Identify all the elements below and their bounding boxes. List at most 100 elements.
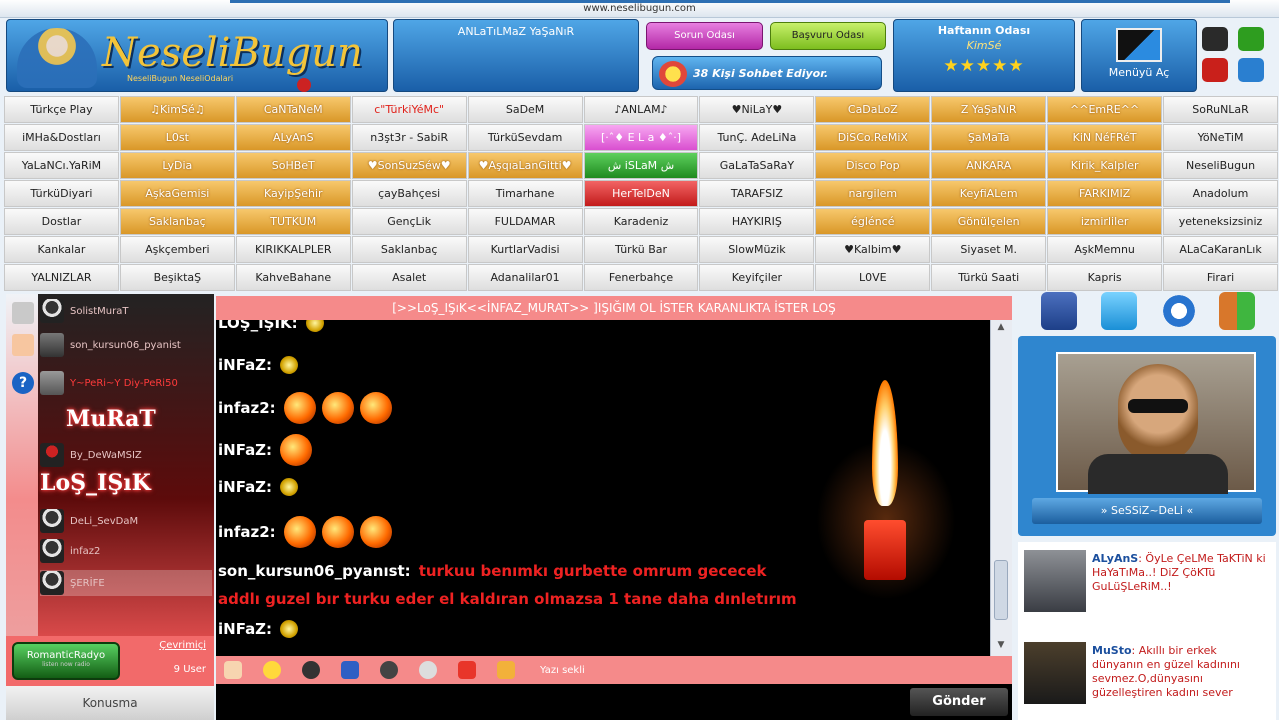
send-button[interactable]: Gönder: [910, 688, 1008, 716]
feed-item[interactable]: MuSto: Akıllı bir erkek dünyanın en güze…: [1024, 642, 1270, 718]
online-link[interactable]: Çevrimiçi: [159, 640, 206, 651]
help-icon[interactable]: ?: [12, 372, 34, 394]
site-logo[interactable]: NeseliBugun NeseliBugun NeseliOdalari: [6, 19, 388, 92]
room-cell[interactable]: SoHBeT: [235, 152, 351, 179]
room-cell[interactable]: FULDAMAR: [467, 208, 583, 235]
twitter-icon[interactable]: [1101, 292, 1137, 330]
room-cell[interactable]: Saklanbaç: [351, 236, 467, 263]
feed-item[interactable]: ALyAnS: ÖyLe ÇeLMe TaKTiN ki HaYaTıMa..!…: [1024, 550, 1270, 616]
room-cell[interactable]: Saklanbaç: [119, 208, 235, 235]
room-cell[interactable]: ALyAnS: [235, 124, 351, 151]
room-cell[interactable]: Dostlar: [4, 208, 119, 235]
room-cell[interactable]: KeyfiALem: [931, 180, 1047, 207]
room-cell[interactable]: Gönülçelen: [931, 208, 1047, 235]
room-cell[interactable]: TUTKUM: [235, 208, 351, 235]
image-icon[interactable]: [341, 661, 359, 679]
room-cell[interactable]: yeteneksizsiniz: [1163, 208, 1278, 235]
room-cell[interactable]: L0st: [119, 124, 235, 151]
room-cell[interactable]: Kapris: [1047, 264, 1163, 291]
room-of-week-panel[interactable]: Haftanın Odası KimSé ★★★★★: [893, 19, 1075, 92]
eye-icon[interactable]: [419, 661, 437, 679]
room-cell[interactable]: Siyaset M.: [931, 236, 1047, 263]
hand-icon[interactable]: [224, 661, 242, 679]
camera-icon[interactable]: [380, 661, 398, 679]
room-cell[interactable]: GaLaTaSaRaY: [699, 152, 815, 179]
room-cell[interactable]: Asalet: [351, 264, 467, 291]
room-cell[interactable]: TunÇ. AdeLiNa: [699, 124, 815, 151]
room-cell[interactable]: Disco Pop: [815, 152, 931, 179]
room-cell[interactable]: Timarhane: [467, 180, 583, 207]
facebook-icon[interactable]: [1041, 292, 1077, 330]
room-cell[interactable]: ش iSLaM ش: [583, 152, 699, 179]
room-cell[interactable]: ♫KimSé♫: [119, 96, 235, 123]
theme-color-blue[interactable]: [1238, 58, 1264, 82]
menu-open-button[interactable]: Menüyü Aç: [1081, 19, 1197, 92]
scroll-up-icon[interactable]: ▲: [993, 322, 1009, 336]
user-row[interactable]: infaz2: [40, 538, 212, 564]
room-cell[interactable]: Fenerbahçe: [583, 264, 699, 291]
room-cell[interactable]: YöNeTiM: [1163, 124, 1278, 151]
scroll-down-icon[interactable]: ▼: [993, 640, 1009, 654]
theme-color-black[interactable]: [1202, 27, 1228, 51]
room-cell[interactable]: L0VE: [815, 264, 931, 291]
hand-icon[interactable]: [12, 334, 34, 356]
room-cell[interactable]: Z YaŞaNıR: [931, 96, 1047, 123]
room-cell[interactable]: CaDaLoZ: [815, 96, 931, 123]
radio-widget[interactable]: RomanticRadyo listen now radio: [12, 642, 120, 680]
room-cell[interactable]: NeseliBugun: [1163, 152, 1278, 179]
room-cell[interactable]: ŞaMaTa: [931, 124, 1047, 151]
room-cell[interactable]: CaNTaNeM: [235, 96, 351, 123]
room-cell[interactable]: nargilem: [815, 180, 931, 207]
basvuru-odasi-button[interactable]: Başvuru Odası: [770, 22, 886, 50]
room-cell[interactable]: Keyifçiler: [699, 264, 815, 291]
room-cell[interactable]: ALaCaKaranLık: [1163, 236, 1278, 263]
user-row[interactable]: son_kursun06_pyanist: [40, 332, 212, 358]
grid-icon[interactable]: [12, 302, 34, 324]
room-cell[interactable]: n3şt3r - SabiR: [351, 124, 467, 151]
room-cell[interactable]: Karadeniz: [583, 208, 699, 235]
room-cell[interactable]: SlowMüzik: [699, 236, 815, 263]
room-cell[interactable]: AşkMemnu: [1047, 236, 1163, 263]
theme-color-red[interactable]: [1202, 58, 1228, 82]
refresh-icon[interactable]: [1161, 292, 1197, 330]
user-row-selected[interactable]: ŞERİFE: [40, 570, 212, 596]
room-cell[interactable]: ♥NiLaY♥: [699, 96, 815, 123]
room-cell[interactable]: HAYKIRIŞ: [699, 208, 815, 235]
room-cell[interactable]: TürküDiyari: [4, 180, 119, 207]
font-style-label[interactable]: Yazı sekli: [540, 665, 585, 676]
room-cell[interactable]: c"TürkiYéMc": [351, 96, 467, 123]
room-cell[interactable]: KurtlarVadisi: [467, 236, 583, 263]
gift-icon[interactable]: [458, 661, 476, 679]
font-icon[interactable]: [497, 661, 515, 679]
room-cell[interactable]: SaDeM: [467, 96, 583, 123]
room-cell[interactable]: ANKARA: [931, 152, 1047, 179]
room-cell[interactable]: çayBahçesi: [351, 180, 467, 207]
exit-icon[interactable]: [1219, 292, 1255, 330]
room-cell[interactable]: KIRIKKALPLER: [235, 236, 351, 263]
room-cell[interactable]: Kankalar: [4, 236, 119, 263]
room-cell[interactable]: DiSCo.ReMiX: [815, 124, 931, 151]
room-cell[interactable]: iMHa&Dostları: [4, 124, 119, 151]
room-cell[interactable]: FARKIMIZ: [1047, 180, 1163, 207]
room-cell[interactable]: TürküSevdam: [467, 124, 583, 151]
room-cell[interactable]: Firari: [1163, 264, 1278, 291]
room-cell[interactable]: Anadolum: [1163, 180, 1278, 207]
konusma-tab[interactable]: Konusma: [6, 686, 214, 720]
chat-input[interactable]: [216, 684, 906, 720]
room-cell[interactable]: KahveBahane: [235, 264, 351, 291]
room-cell[interactable]: ^^EmRE^^: [1047, 96, 1163, 123]
room-cell[interactable]: ♥AşqıaLanGitti♥: [467, 152, 583, 179]
room-cell[interactable]: Adanalilar01: [467, 264, 583, 291]
featured-profile[interactable]: » SeSSiZ~DeLi «: [1018, 336, 1276, 536]
room-cell[interactable]: BeşiktaŞ: [119, 264, 235, 291]
room-cell[interactable]: YALNIZLAR: [4, 264, 119, 291]
room-cell[interactable]: YaLaNCı.YaRiM: [4, 152, 119, 179]
room-cell[interactable]: ♥SonSuzSéw♥: [351, 152, 467, 179]
room-cell[interactable]: Türkü Bar: [583, 236, 699, 263]
room-cell[interactable]: SoRuNLaR: [1163, 96, 1278, 123]
room-cell[interactable]: Aşkçemberi: [119, 236, 235, 263]
room-cell[interactable]: Kirik_Kalpler: [1047, 152, 1163, 179]
user-row[interactable]: DeLi_SevDaM: [40, 508, 212, 534]
sorun-odasi-button[interactable]: Sorun Odası: [646, 22, 763, 50]
room-cell[interactable]: ♥Kalbim♥: [815, 236, 931, 263]
